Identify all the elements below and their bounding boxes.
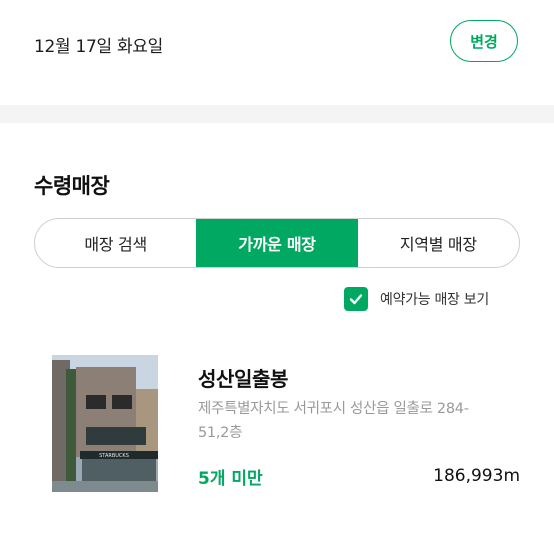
store-address: 제주특별자치도 서귀포시 성산읍 일출로 284-51,2층	[198, 401, 469, 441]
store-building-image: STARBUCKS	[52, 355, 158, 492]
store-photo[interactable]: STARBUCKS	[52, 355, 158, 492]
store-availability: 5개 미만	[198, 469, 263, 489]
reservable-checkbox[interactable]	[344, 287, 368, 311]
tab-store-search[interactable]: 매장 검색	[35, 219, 196, 267]
pickup-date: 12월 17일 화요일	[34, 37, 163, 57]
store-tab-bar: 매장 검색 가까운 매장 지역별 매장	[34, 218, 520, 268]
section-divider	[0, 105, 554, 123]
reservable-filter-label: 예약가능 매장 보기	[380, 292, 489, 308]
store-distance: 186,993m	[433, 466, 520, 486]
change-date-button[interactable]: 변경	[450, 20, 518, 62]
store-name[interactable]: 성산일출봉	[198, 363, 288, 392]
date-row: 12월 17일 화요일 변경	[0, 0, 554, 90]
section-title: 수령매장	[34, 174, 110, 198]
check-icon	[349, 294, 363, 305]
tab-stores-by-region[interactable]: 지역별 매장	[358, 219, 519, 267]
tab-nearby-stores[interactable]: 가까운 매장	[196, 219, 358, 267]
reservable-filter[interactable]: 예약가능 매장 보기	[344, 286, 489, 312]
store-sign-text: STARBUCKS	[99, 453, 129, 459]
